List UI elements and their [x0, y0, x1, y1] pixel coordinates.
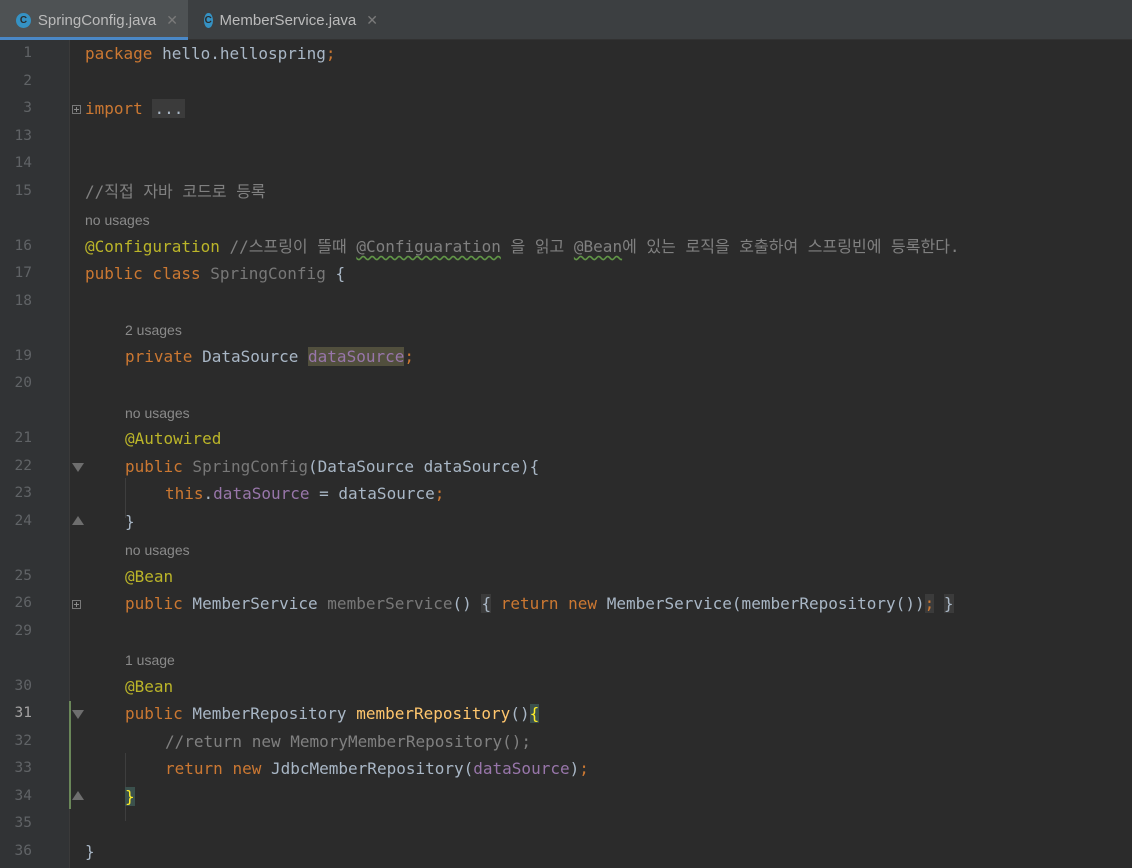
- editor-tab-bar: C SpringConfig.java ✕ C MemberService.ja…: [0, 0, 1132, 40]
- comment: //스프링이 뜰때: [219, 237, 357, 256]
- constructor-name: SpringConfig: [182, 457, 309, 476]
- close-icon[interactable]: ✕: [166, 12, 178, 29]
- code-line: }: [125, 787, 135, 807]
- semicolon: ;: [579, 759, 589, 778]
- code-line: this.dataSource = dataSource;: [165, 484, 444, 504]
- keyword: public: [125, 457, 183, 476]
- code-line: @Bean: [125, 677, 173, 697]
- usages-hint[interactable]: no usages: [85, 212, 150, 228]
- code-line: package hello.hellospring;: [85, 44, 335, 64]
- folded-imports[interactable]: ...: [152, 99, 186, 118]
- field-name: dataSource: [473, 759, 570, 778]
- matched-brace: }: [125, 787, 135, 806]
- code-editor[interactable]: package hello.hellospring; import ... //…: [0, 40, 1132, 868]
- code-line: import ...: [85, 99, 186, 119]
- keyword: return: [500, 594, 559, 613]
- expression: MemberService(memberRepository()): [597, 594, 925, 613]
- field-name: dataSource: [308, 347, 405, 366]
- code-line: public class SpringConfig {: [85, 264, 345, 284]
- type-name: MemberService: [182, 594, 328, 613]
- keyword: this: [165, 484, 204, 503]
- keyword: public class: [85, 264, 201, 283]
- type-name: MemberRepository: [182, 704, 357, 723]
- folded-brace[interactable]: {: [481, 594, 492, 613]
- keyword: public: [125, 594, 183, 613]
- brace: }: [125, 512, 135, 531]
- comment: //직접 자바 코드로 등록: [85, 182, 266, 201]
- code-line: public SpringConfig(DataSource dataSourc…: [125, 457, 539, 477]
- package-name: hello.hellospring: [152, 44, 326, 63]
- keyword: return: [165, 759, 223, 778]
- usages-hint[interactable]: no usages: [125, 542, 190, 558]
- assignment: = dataSource: [309, 484, 435, 503]
- comment-typo: @Bean: [573, 237, 623, 256]
- usages-hint[interactable]: 2 usages: [125, 322, 182, 338]
- java-class-icon: C: [16, 12, 31, 28]
- paren: ): [569, 759, 580, 778]
- tab-memberservice[interactable]: C MemberService.java ✕: [188, 0, 388, 40]
- method-name: memberService: [327, 594, 453, 613]
- code-line: return new JdbcMemberRepository(dataSour…: [165, 759, 589, 779]
- code-line: @Autowired: [125, 429, 221, 449]
- parameters: (DataSource dataSource){: [308, 457, 540, 476]
- comment: //return new MemoryMemberRepository();: [165, 732, 532, 751]
- annotation: @Configuration: [85, 237, 220, 256]
- keyword: public: [125, 704, 183, 723]
- semicolon: ;: [325, 44, 336, 63]
- method-name: memberRepository: [356, 704, 511, 723]
- code-line: @Configuration //스프링이 뜰때 @Configuaration…: [85, 237, 960, 257]
- keyword: new: [568, 594, 598, 613]
- brace: }: [85, 842, 95, 861]
- code-line: public MemberService memberService() { r…: [125, 594, 954, 614]
- annotation: @Bean: [125, 677, 174, 696]
- code-line: //직접 자바 코드로 등록: [85, 182, 266, 202]
- constructor-call: JdbcMemberRepository(: [261, 759, 474, 778]
- code-line: private DataSource dataSource;: [125, 347, 414, 367]
- tab-label: SpringConfig.java: [37, 11, 157, 29]
- keyword: private: [125, 347, 193, 366]
- code-line: //return new MemoryMemberRepository();: [165, 732, 531, 752]
- usages-hint[interactable]: no usages: [125, 405, 190, 421]
- comment: 을 읽고: [500, 237, 574, 256]
- parens: (): [452, 594, 472, 613]
- tab-springconfig[interactable]: C SpringConfig.java ✕: [0, 0, 188, 40]
- folded-brace[interactable]: }: [943, 594, 954, 613]
- brace: {: [325, 264, 346, 283]
- semicolon: ;: [404, 347, 414, 366]
- java-class-icon: C: [204, 12, 213, 28]
- usages-hint[interactable]: 1 usage: [125, 652, 175, 668]
- matched-brace: {: [529, 704, 540, 723]
- semicolon: ;: [924, 594, 935, 613]
- close-icon[interactable]: ✕: [366, 12, 378, 29]
- comment: 에 있는 로직을 호출하여 스프링빈에 등록한다.: [622, 237, 960, 256]
- annotation: @Autowired: [125, 429, 222, 448]
- code-line: @Bean: [125, 567, 173, 587]
- comment-typo: @Configuaration: [356, 237, 501, 256]
- field-name: dataSource: [213, 484, 310, 503]
- class-name: SpringConfig: [200, 264, 326, 283]
- keyword: package: [85, 44, 153, 63]
- dot: .: [203, 484, 214, 503]
- type-name: DataSource: [192, 347, 309, 366]
- semicolon: ;: [434, 484, 445, 503]
- code-line-current: public MemberRepository memberRepository…: [125, 704, 540, 724]
- keyword: new: [232, 759, 262, 778]
- tab-label: MemberService.java: [219, 11, 357, 29]
- code-line: }: [85, 842, 95, 862]
- keyword: import: [85, 99, 143, 118]
- annotation: @Bean: [125, 567, 174, 586]
- code-line: }: [125, 512, 135, 532]
- parens: (): [510, 704, 530, 723]
